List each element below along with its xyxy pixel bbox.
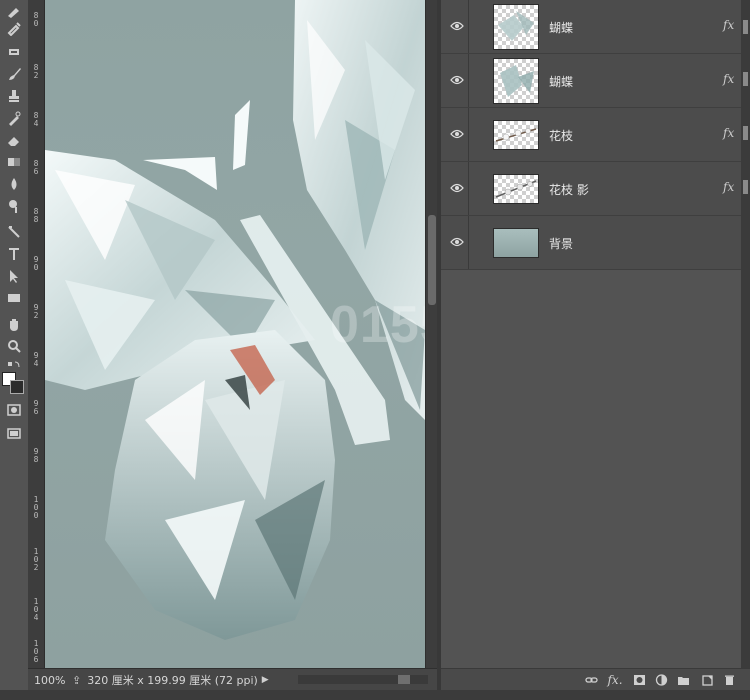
layer-name[interactable]: 花枝: [549, 127, 573, 144]
visibility-eye-icon[interactable]: [447, 232, 467, 252]
zoom-tool-icon[interactable]: [4, 336, 24, 356]
layers-scrollbar[interactable]: [741, 0, 750, 668]
ruler-label: 1 0 2: [33, 547, 39, 572]
eraser-tool-icon[interactable]: [4, 130, 24, 150]
rectangle-tool-icon[interactable]: [4, 288, 24, 308]
layer-thumbnail: [493, 120, 539, 150]
ruler-label: 9 2: [33, 303, 39, 320]
new-group-folder-icon[interactable]: [675, 673, 691, 687]
bottom-strip: [0, 690, 750, 700]
document-info: 320 厘米 x 199.99 厘米 (72 ppi): [87, 674, 258, 687]
pen-tool-icon[interactable]: [4, 0, 24, 20]
ruler-label: 1 0 0: [33, 495, 39, 520]
layer-row[interactable]: 花枝 fx: [441, 108, 741, 162]
history-brush-tool-icon[interactable]: [4, 108, 24, 128]
new-layer-icon[interactable]: [699, 673, 715, 687]
layer-thumbnail: [493, 58, 539, 104]
status-menu-arrow-icon[interactable]: ▶: [262, 675, 269, 685]
delete-layer-trash-icon[interactable]: [721, 673, 737, 687]
screen-mode-icon[interactable]: [4, 424, 24, 444]
export-icon[interactable]: ⇪: [72, 674, 81, 687]
pen-path-tool-icon[interactable]: [4, 222, 24, 242]
layer-row[interactable]: 花枝 影 fx: [441, 162, 741, 216]
row-separator: [468, 162, 469, 215]
row-separator: [468, 108, 469, 161]
stamp-tool-icon[interactable]: [4, 86, 24, 106]
ruler-label: 1 0 6: [33, 639, 39, 664]
layer-name[interactable]: 蝴蝶: [549, 19, 573, 36]
quick-mask-icon[interactable]: [4, 400, 24, 420]
layer-fx-badge[interactable]: fx: [723, 72, 734, 86]
row-separator: [468, 0, 469, 53]
layer-fx-badge[interactable]: fx: [723, 180, 734, 194]
add-layer-style-icon[interactable]: fx.: [607, 673, 623, 687]
scroll-notch: [743, 20, 748, 34]
visibility-eye-icon[interactable]: [447, 124, 467, 144]
status-bar: 100% ⇪ 320 厘米 x 199.99 厘米 (72 ppi) ▶: [28, 668, 437, 691]
layer-name[interactable]: 花枝 影: [549, 181, 589, 198]
path-selection-tool-icon[interactable]: [4, 266, 24, 286]
ruler-label: 8 4: [33, 111, 39, 128]
layer-thumbnail: [493, 228, 539, 258]
layer-thumbnail: [493, 174, 539, 204]
layer-row-background[interactable]: 背景: [441, 216, 741, 270]
layers-panel: 蝴蝶 fx 蝴蝶 fx 花枝 fx 花枝 影 fx 背景: [441, 0, 750, 668]
hand-tool-icon[interactable]: [4, 314, 24, 334]
ruler-label: 8 6: [33, 159, 39, 176]
visibility-eye-icon[interactable]: [447, 178, 467, 198]
add-mask-icon[interactable]: [631, 673, 647, 687]
ruler-label: 9 6: [33, 399, 39, 416]
dodge-tool-icon[interactable]: [4, 196, 24, 216]
ruler-label: 8 0: [33, 11, 39, 28]
row-separator: [468, 216, 469, 269]
canvas-vertical-scroll-thumb[interactable]: [428, 215, 436, 305]
ruler-label: 9 4: [33, 351, 39, 368]
eyedropper-tool-icon[interactable]: [4, 18, 24, 38]
visibility-eye-icon[interactable]: [447, 16, 467, 36]
vertical-ruler: 8 0 8 2 8 4 8 6 8 8 9 0 9 2 9 4 9 6 9 8 …: [28, 0, 45, 668]
healing-brush-tool-icon[interactable]: [4, 42, 24, 62]
link-layers-icon[interactable]: [583, 673, 599, 687]
adjustment-layer-icon[interactable]: [653, 673, 669, 687]
crystal-artwork: [45, 0, 425, 640]
layers-footer: fx.: [441, 668, 750, 691]
scroll-notch: [743, 126, 748, 140]
scroll-notch: [743, 180, 748, 194]
visibility-eye-icon[interactable]: [447, 70, 467, 90]
layer-fx-badge[interactable]: fx: [723, 126, 734, 140]
zoom-level[interactable]: 100%: [28, 674, 72, 687]
type-tool-icon[interactable]: [4, 244, 24, 264]
layer-row[interactable]: 蝴蝶 fx: [441, 0, 741, 54]
ruler-label: 8 8: [33, 207, 39, 224]
layer-thumbnail: [493, 4, 539, 50]
ruler-label: 9 0: [33, 255, 39, 272]
layer-row[interactable]: 蝴蝶 fx: [441, 54, 741, 108]
scroll-notch: [743, 72, 748, 86]
canvas-horizontal-scroll-thumb[interactable]: [398, 675, 410, 684]
row-separator: [468, 54, 469, 107]
ruler-label: 1 0 4: [33, 597, 39, 622]
blur-tool-icon[interactable]: [4, 174, 24, 194]
layer-name[interactable]: 蝴蝶: [549, 73, 573, 90]
ruler-label: 8 2: [33, 63, 39, 80]
tools-panel: [0, 0, 29, 700]
background-color-swatch[interactable]: [10, 380, 24, 394]
layer-name[interactable]: 背景: [549, 235, 573, 252]
ruler-label: 9 8: [33, 447, 39, 464]
layer-fx-badge[interactable]: fx: [723, 18, 734, 32]
gradient-tool-icon[interactable]: [4, 152, 24, 172]
canvas-horizontal-scrollbar[interactable]: [298, 675, 428, 684]
brush-tool-icon[interactable]: [4, 64, 24, 84]
document-canvas[interactable]: 015595: [45, 0, 425, 668]
